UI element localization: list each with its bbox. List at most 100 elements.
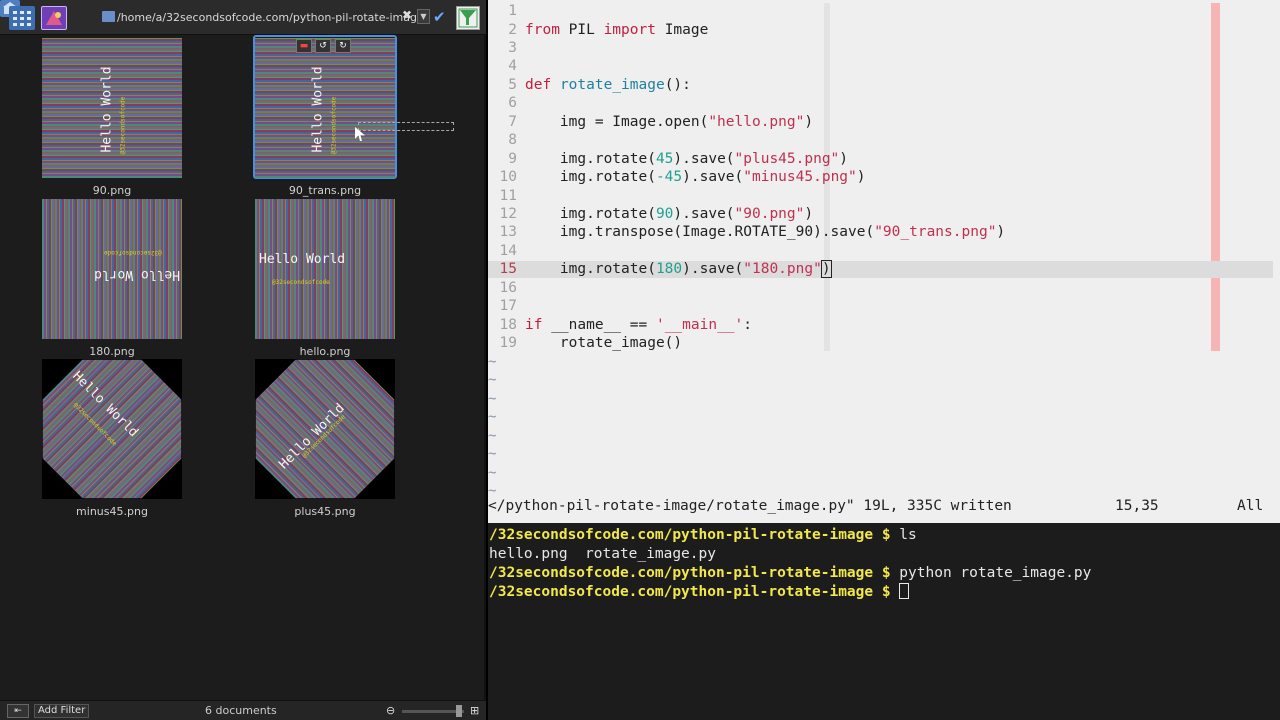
code-text: img.rotate(180).save("180.png") (525, 260, 832, 278)
image-subtext: @32secondsofcode (330, 96, 338, 155)
line-number: 11 (499, 188, 517, 204)
folder-icon (102, 11, 115, 22)
thumbnail-180[interactable]: Hello World @32secondsofcode 180.png (42, 199, 182, 358)
rotate-right-icon[interactable]: ↻ (335, 39, 351, 53)
browser-toolbar: /home/a/32secondsofcode.com/python-pil-r… (0, 0, 486, 35)
command-text: python rotate_image.py (890, 565, 1092, 581)
code-line: 17 (488, 297, 1280, 315)
number: 45 (655, 151, 674, 167)
code-text: img.rotate(-45).save("minus45.png") (525, 168, 866, 186)
keyword: import (603, 22, 656, 38)
go-icon[interactable]: ✔ (433, 8, 446, 26)
image-text: Hello World (99, 66, 115, 153)
shell-prompt: /32secondsofcode.com/python-pil-rotate-i… (489, 565, 891, 581)
code-token: ).save( (673, 206, 735, 222)
thumbnail-label: hello.png (299, 345, 351, 358)
line-number: 12 (499, 206, 517, 222)
path-input[interactable]: /home/a/32secondsofcode.com/python-pil-r… (117, 9, 417, 26)
thumbnail-hello[interactable]: Hello World @32secondsofcode hello.png (255, 199, 395, 358)
line-number: 7 (508, 114, 517, 130)
terminal-cursor (899, 583, 910, 599)
dropdown-icon[interactable]: ▼ (417, 9, 430, 24)
command-output: hello.png rotate_image.py (489, 546, 716, 562)
thumbnail-label: minus45.png (76, 505, 148, 518)
code-line: 8 (488, 131, 1280, 149)
line-number: 2 (508, 22, 517, 38)
add-filter-button[interactable]: Add Filter (34, 704, 90, 718)
keyword: def (525, 77, 552, 93)
line-number: 3 (508, 40, 517, 56)
code-line: 1 (488, 2, 1280, 20)
command-text[interactable] (891, 584, 900, 600)
view-icon[interactable] (41, 6, 67, 30)
scroll-position: All (1237, 498, 1264, 514)
image-text: Hello World (310, 66, 326, 153)
line-number: 4 (508, 58, 517, 74)
line-number: 5 (508, 77, 517, 93)
toggle-panel-icon[interactable]: ⇤ (7, 704, 29, 718)
image-subtext: @32secondsofcode (272, 279, 330, 286)
code-token: ).save( (673, 151, 735, 167)
thumbnail-label: 90.png (92, 184, 132, 197)
number: -45 (655, 169, 683, 185)
zoom-slider-handle[interactable] (456, 705, 462, 717)
thumbnail-plus45[interactable]: Hello World @32secondsofcode plus45.png (255, 359, 395, 499)
code-line: 19 rotate_image() (488, 334, 1280, 352)
code-token: img.rotate( (525, 169, 656, 185)
code-editor[interactable]: 1 2 from PIL import Image 3 4 5 def rotate… (488, 0, 1280, 523)
keyword: from (525, 22, 560, 38)
line-number: 1 (508, 3, 517, 19)
code-text: def rotate_image(): (525, 76, 691, 94)
drag-selection (358, 122, 454, 131)
thumbnail-minus45[interactable]: Hello World @32secondsofcode minus45.png (42, 359, 182, 499)
image-text: Hello World (94, 267, 181, 282)
rotate-left-icon[interactable]: ↺ (315, 39, 331, 53)
keyword: if (525, 317, 543, 333)
thumbnail-image: Hello World @32secondsofcode (255, 199, 395, 339)
grid-icon[interactable] (9, 6, 35, 30)
code-text: img.rotate(90).save("90.png") (525, 205, 813, 223)
code-line: 4 (488, 57, 1280, 75)
code-token: : (743, 317, 753, 333)
code-line: 18 if __name__ == '__main__': (488, 316, 1280, 334)
string: "180.png" (743, 261, 822, 277)
empty-line-marker: ~ (488, 409, 497, 425)
vim-statusline: </python-pil-rotate-image/rotate_image.p… (488, 498, 1280, 518)
line-number: 10 (499, 169, 517, 185)
code-line: 7 img = Image.open("hello.png") (488, 113, 1280, 131)
code-token: ) (804, 206, 814, 222)
code-text: rotate_image() (525, 335, 683, 351)
function-name: rotate_image (559, 77, 665, 93)
line-number: 8 (508, 132, 517, 148)
line-number: 9 (508, 151, 517, 167)
code-line: 13 img.transpose(Image.ROTATE_90).save("… (488, 223, 1280, 241)
code-line: 9 img.rotate(45).save("plus45.png") (488, 150, 1280, 168)
thumbnail-image: Hello World @32secondsofcode (42, 359, 182, 499)
code-token: ).save( (682, 169, 744, 185)
zoom-slider[interactable] (402, 710, 464, 713)
thumbnail-image: Hello World @32secondsofcode (255, 38, 395, 178)
number: 90 (655, 206, 674, 222)
code-line: 6 (488, 94, 1280, 112)
zoom-fit-icon[interactable]: ⊞ (470, 704, 479, 717)
line-number: 6 (508, 95, 517, 111)
code-line: 14 (488, 242, 1280, 260)
code-line: 2 from PIL import Image (488, 21, 1280, 39)
filter-icon[interactable] (456, 6, 480, 30)
string: "hello.png" (708, 114, 805, 130)
cursor-position: 15,35 (1115, 498, 1159, 514)
code-token: (): (664, 77, 691, 93)
terminal-line: /32secondsofcode.com/python-pil-rotate-i… (489, 526, 917, 545)
code-token: PIL (559, 22, 604, 38)
clear-icon[interactable]: ✖ (402, 8, 412, 22)
code-line: 12 img.rotate(90).save("90.png") (488, 205, 1280, 223)
code-token: __name__ == (542, 317, 656, 333)
string: "plus45.png" (734, 151, 840, 167)
thumbnail-90[interactable]: Hello World @32secondsofcode 90.png (42, 38, 182, 197)
text-cursor: ) (820, 260, 832, 278)
line-number: 17 (499, 298, 517, 314)
terminal[interactable]: /32secondsofcode.com/python-pil-rotate-i… (488, 523, 1280, 720)
status-message: </python-pil-rotate-image/rotate_image.p… (488, 498, 1012, 514)
remove-icon[interactable]: ▬ (296, 39, 312, 53)
thumbnail-90-trans[interactable]: Hello World @32secondsofcode 90_trans.pn… (255, 38, 395, 197)
